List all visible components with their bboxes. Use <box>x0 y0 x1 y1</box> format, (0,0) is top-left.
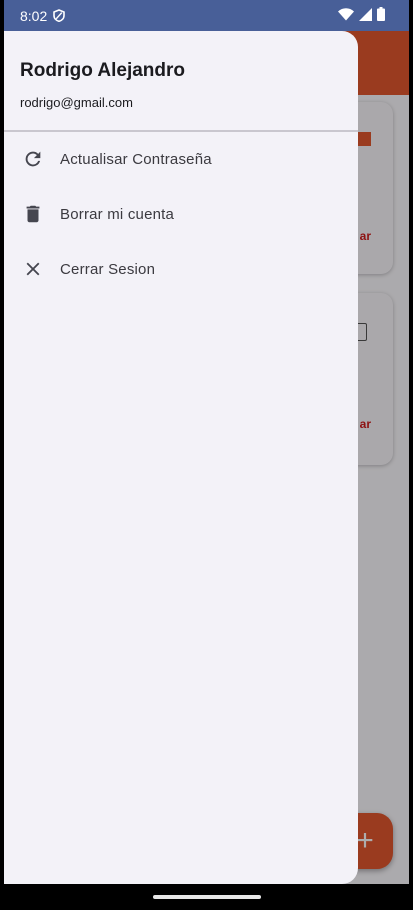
signal-icon <box>359 7 372 24</box>
shield-icon <box>53 9 66 22</box>
menu-item-logout[interactable]: Cerrar Sesion <box>4 245 358 293</box>
menu-item-label: Cerrar Sesion <box>60 260 156 278</box>
close-icon <box>21 257 45 281</box>
navigation-drawer: Rodrigo Alejandro rodrigo@gmail.com Actu… <box>4 31 358 884</box>
device-screen: 8:02 ar ar + Rodrigo Alejandro rodrigo@g… <box>4 0 409 910</box>
menu-item-update-password[interactable]: Actualisar Contraseña <box>4 135 358 183</box>
drawer-header: Rodrigo Alejandro rodrigo@gmail.com <box>4 31 358 131</box>
user-name: Rodrigo Alejandro <box>20 60 186 81</box>
gesture-handle[interactable] <box>153 895 261 899</box>
refresh-icon <box>21 147 45 171</box>
navigation-bar <box>4 884 409 910</box>
menu-item-label: Actualisar Contraseña <box>60 150 212 168</box>
wifi-icon <box>338 7 354 24</box>
status-time: 8:02 <box>20 7 48 24</box>
battery-icon <box>377 7 385 24</box>
menu-item-label: Borrar mi cuenta <box>60 205 175 223</box>
user-email: rodrigo@gmail.com <box>20 95 133 110</box>
status-bar: 8:02 <box>4 0 409 31</box>
menu-item-delete-account[interactable]: Borrar mi cuenta <box>4 190 358 238</box>
drawer-divider <box>4 130 358 132</box>
trash-icon <box>21 202 45 226</box>
